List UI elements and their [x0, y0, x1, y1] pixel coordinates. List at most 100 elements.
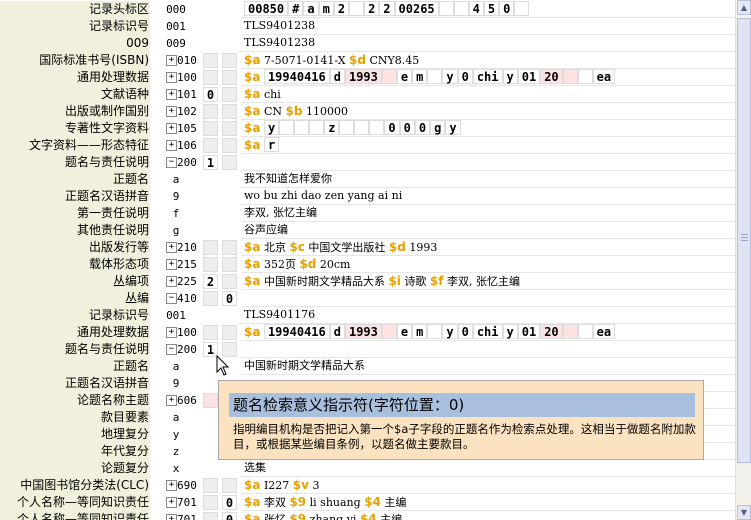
- indicator-1-box[interactable]: [203, 291, 218, 306]
- fixed-field-box[interactable]: [381, 69, 397, 84]
- scroll-up-arrow-icon[interactable]: ▲: [737, 0, 751, 15]
- indicator-1-box[interactable]: [203, 512, 218, 520]
- fixed-field-box[interactable]: y: [442, 69, 458, 84]
- fixed-field-box[interactable]: 2: [364, 1, 380, 16]
- field-data[interactable]: $a 北京 $c 中国文学出版社 $d 1993: [241, 239, 735, 256]
- fixed-field-box[interactable]: m: [412, 324, 428, 339]
- fixed-field-box[interactable]: 4: [468, 1, 484, 16]
- field-data[interactable]: $a 19940416 d 1993 e m y 0 chi y 01 20 ea: [241, 324, 735, 341]
- fixed-field-box[interactable]: z: [324, 120, 340, 135]
- expand-icon[interactable]: +: [166, 327, 177, 338]
- record-row[interactable]: 其他责任说明 g 谷声应编: [0, 222, 735, 239]
- field-data[interactable]: 我不知道怎样爱你: [241, 171, 735, 188]
- record-row[interactable]: 丛编 −410 0: [0, 290, 735, 307]
- collapse-icon[interactable]: −: [166, 293, 177, 304]
- record-row[interactable]: 文字资料——形态特征 +106 $a r: [0, 137, 735, 154]
- fixed-field-box[interactable]: 00850: [244, 1, 289, 16]
- field-data[interactable]: $a 中国新时期文学精品大系 $i 诗歌 $f 李双, 张忆主编: [241, 273, 735, 290]
- indicator-1-box[interactable]: [203, 495, 218, 510]
- record-row[interactable]: 专著性文字资料 +105 $a yz000gy: [0, 120, 735, 137]
- fixed-field-box[interactable]: 01: [517, 324, 541, 339]
- fixed-field-box[interactable]: chi: [472, 324, 503, 339]
- indicator-2-box[interactable]: 0: [222, 495, 237, 510]
- expand-icon[interactable]: +: [166, 514, 177, 520]
- indicator-2-box[interactable]: [222, 70, 237, 85]
- record-row[interactable]: 载体形态项 +215 $a 352页 $d 20cm: [0, 256, 735, 273]
- indicator-2-box[interactable]: 0: [222, 291, 237, 306]
- fixed-field-box[interactable]: y: [502, 324, 518, 339]
- fixed-field-box[interactable]: [381, 324, 397, 339]
- indicator-1-box[interactable]: [203, 240, 218, 255]
- indicator-1-box[interactable]: [203, 478, 218, 493]
- fixed-field-box[interactable]: 5: [483, 1, 500, 16]
- fixed-field-box[interactable]: [279, 120, 295, 135]
- fixed-field-box[interactable]: 1993: [344, 324, 382, 339]
- field-data[interactable]: 李双, 张忆主编: [241, 205, 735, 222]
- indicator-2-box[interactable]: [222, 325, 237, 340]
- indicator-1-box[interactable]: 1: [203, 155, 218, 170]
- expand-icon[interactable]: +: [166, 242, 177, 253]
- indicator-2-box[interactable]: [222, 121, 237, 136]
- record-row[interactable]: 通用处理数据 +100 $a 19940416 d 1993 e m y 0 chi y 01 20 ea: [0, 69, 735, 86]
- fixed-field-box[interactable]: 1993: [344, 69, 382, 84]
- expand-icon[interactable]: +: [166, 55, 177, 66]
- expand-icon[interactable]: +: [166, 140, 177, 151]
- field-data[interactable]: [241, 154, 735, 171]
- expand-icon[interactable]: +: [166, 72, 177, 83]
- record-row[interactable]: 文献语种 +101 0 $a chi: [0, 86, 735, 103]
- fixed-field-box[interactable]: y: [442, 324, 458, 339]
- fixed-field-box[interactable]: 0: [499, 1, 515, 16]
- field-data[interactable]: 00850 # a m 2 2 2 00265 4 5 0: [241, 1, 735, 18]
- fixed-field-box[interactable]: [577, 324, 593, 339]
- indicator-2-box[interactable]: [222, 138, 237, 153]
- indicator-1-box[interactable]: [203, 53, 218, 68]
- record-row[interactable]: 记录标识号 001 TLS9401176: [0, 307, 735, 324]
- fixed-field-box[interactable]: d: [329, 324, 345, 339]
- indicator-1-box[interactable]: [203, 257, 218, 272]
- expand-icon[interactable]: +: [166, 276, 177, 287]
- expand-icon[interactable]: +: [166, 123, 177, 134]
- record-row[interactable]: 正题名汉语拼音 9 wo bu zhi dao zen yang ai ni: [0, 188, 735, 205]
- record-row[interactable]: 个人名称—等同知识责任 +701 0 $a 李双 $9 li shuang $4 主编: [0, 494, 735, 511]
- fixed-field-box[interactable]: [339, 120, 355, 135]
- fixed-field-box[interactable]: [294, 120, 310, 135]
- field-data[interactable]: $a I227 $v 3: [241, 477, 735, 494]
- field-data[interactable]: 中国新时期文学精品大系: [241, 358, 735, 375]
- fixed-field-box[interactable]: [453, 1, 469, 16]
- indicator-2-box[interactable]: [222, 87, 237, 102]
- record-row[interactable]: 个人名称—等同知识责任 +701 0 $a 张忆 $9 zhang yi $4 主编: [0, 511, 735, 520]
- fixed-field-box[interactable]: [427, 324, 443, 339]
- fixed-field-box[interactable]: 0: [457, 324, 473, 339]
- indicator-1-box[interactable]: [203, 104, 218, 119]
- fixed-field-box[interactable]: m: [412, 69, 428, 84]
- field-data[interactable]: [241, 341, 735, 358]
- field-data[interactable]: TLS9401176: [241, 307, 735, 324]
- fixed-field-box[interactable]: r: [263, 137, 280, 152]
- collapse-icon[interactable]: −: [166, 157, 177, 168]
- scrollbar-thumb[interactable]: [737, 18, 751, 463]
- fixed-field-box[interactable]: chi: [472, 69, 503, 84]
- fixed-field-box[interactable]: d: [329, 69, 345, 84]
- record-row[interactable]: 正题名 a 我不知道怎样爱你: [0, 171, 735, 188]
- expand-icon[interactable]: +: [166, 89, 177, 100]
- expand-icon[interactable]: +: [166, 106, 177, 117]
- expand-icon[interactable]: +: [166, 259, 177, 270]
- record-row[interactable]: 记录头标区 000 00850 # a m 2 2 2 00265 4 5 0: [0, 1, 735, 18]
- field-data[interactable]: $a 19940416 d 1993 e m y 0 chi y 01 20 ea: [241, 69, 735, 86]
- field-data[interactable]: 谷声应编: [241, 222, 735, 239]
- fixed-field-box[interactable]: 01: [517, 69, 541, 84]
- record-row[interactable]: 国际标准书号(ISBN) +010 $a 7-5071-0141-X $d CNY8…: [0, 52, 735, 69]
- field-data[interactable]: TLS9401238: [241, 35, 735, 52]
- fixed-field-box[interactable]: 0: [457, 69, 473, 84]
- fixed-field-box[interactable]: 19940416: [263, 324, 330, 339]
- indicator-1-box[interactable]: [203, 70, 218, 85]
- indicator-1-box[interactable]: [203, 138, 218, 153]
- field-data[interactable]: [241, 290, 735, 307]
- fixed-field-box[interactable]: m: [318, 1, 334, 16]
- indicator-2-box[interactable]: [222, 274, 237, 289]
- record-row[interactable]: 通用处理数据 +100 $a 19940416 d 1993 e m y 0 chi y 01 20 ea: [0, 324, 735, 341]
- fixed-field-box[interactable]: 20: [540, 69, 563, 84]
- record-row[interactable]: 出版或制作国别 +102 $a CN $b 110000: [0, 103, 735, 120]
- fixed-field-box[interactable]: 0: [384, 120, 400, 135]
- fixed-field-box[interactable]: y: [445, 120, 461, 135]
